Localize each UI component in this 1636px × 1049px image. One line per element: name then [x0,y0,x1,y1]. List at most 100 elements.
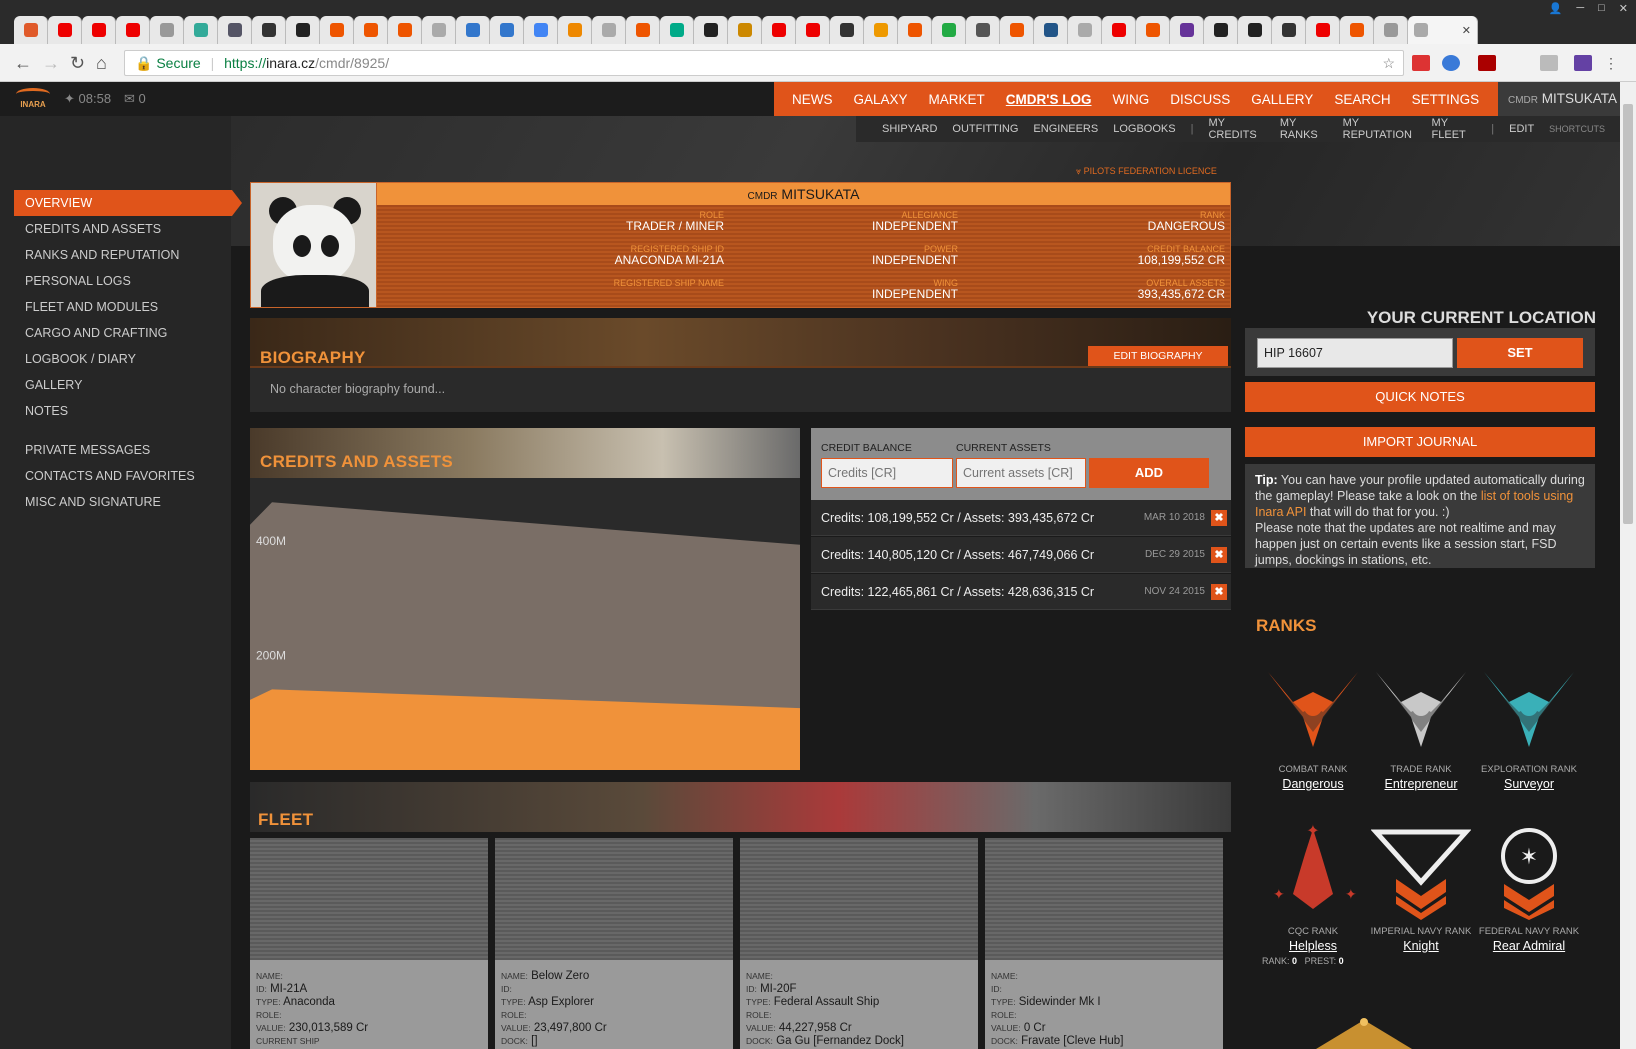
browser-tab[interactable] [524,16,558,44]
browser-tab[interactable] [1034,16,1068,44]
nav-market[interactable]: MARKET [929,92,985,107]
credits-input[interactable] [821,458,953,488]
rank-imperial-navy[interactable]: IMPERIAL NAVY RANK Knight [1366,824,1476,953]
browser-tab[interactable] [388,16,422,44]
twitch-icon[interactable] [1574,55,1592,71]
browser-tab[interactable] [592,16,626,44]
browser-tab[interactable] [320,16,354,44]
browser-tab[interactable] [694,16,728,44]
sidebar-item-gallery[interactable]: GALLERY [14,372,232,398]
browser-tab[interactable] [1102,16,1136,44]
browser-tab[interactable] [150,16,184,44]
browser-tab[interactable] [286,16,320,44]
browser-tab[interactable] [1306,16,1340,44]
cmdr-menu[interactable]: CMDR MITSUKATA [1498,82,1620,116]
browser-tab[interactable] [796,16,830,44]
sidebar-item-logbook-diary[interactable]: LOGBOOK / DIARY [14,346,232,372]
back-icon[interactable]: ← [14,53,32,74]
profile-icon[interactable]: 👤 [1549,2,1563,15]
url-input[interactable]: 🔒 Secure | https://inara.cz/cmdr/8925/ ☆ [124,50,1404,76]
close-tab-icon[interactable]: ✕ [1462,24,1471,37]
set-location-button[interactable]: SET [1457,338,1583,368]
browser-tab[interactable] [14,16,48,44]
browser-tab[interactable] [422,16,456,44]
forward-icon[interactable]: → [42,53,60,74]
edit-biography-button[interactable]: EDIT BIOGRAPHY [1088,346,1228,366]
browser-tab[interactable] [82,16,116,44]
browser-tab[interactable] [490,16,524,44]
browser-tab[interactable] [830,16,864,44]
nav-galaxy[interactable]: GALAXY [854,92,908,107]
browser-tab[interactable] [1204,16,1238,44]
minimize-icon[interactable]: ─ [1576,2,1584,15]
sidebar-item-cargo-and-crafting[interactable]: CARGO AND CRAFTING [14,320,232,346]
rank-value[interactable]: Surveyor [1474,777,1584,791]
rank-exploration[interactable]: EXPLORATION RANK Surveyor [1474,662,1584,791]
browser-tab[interactable] [932,16,966,44]
bookmark-star-icon[interactable]: ☆ [1382,51,1395,75]
reload-icon[interactable]: ↻ [70,53,85,74]
rank-combat[interactable]: COMBAT RANK Dangerous [1258,662,1368,791]
rank-value[interactable]: Rear Admiral [1474,939,1584,953]
assets-input[interactable] [956,458,1086,488]
nav-discuss[interactable]: DISCUSS [1170,92,1230,107]
subnav-my-credits[interactable]: MY CREDITS [1208,117,1264,141]
ship-card[interactable]: NAME: ID: MI-21A TYPE: Anaconda ROLE: VALU… [250,838,488,1049]
subnav-logbooks[interactable]: LOGBOOKS [1113,123,1175,135]
maximize-icon[interactable]: □ [1598,2,1605,15]
sidebar-item-personal-logs[interactable]: PERSONAL LOGS [14,268,232,294]
browser-tab[interactable] [218,16,252,44]
nav-cmdr-s-log[interactable]: CMDR'S LOG [1006,92,1092,107]
rank-cqc[interactable]: ✦ ✦ ✦ CQC RANK Helpless [1258,824,1368,953]
location-input[interactable]: HIP 16607 [1257,338,1453,368]
browser-tab[interactable] [1340,16,1374,44]
ship-card[interactable]: NAME: Below Zero ID: TYPE: Asp Explorer RO… [495,838,733,1049]
subnav-edit[interactable]: EDIT [1509,123,1534,135]
browser-tab[interactable] [354,16,388,44]
subnav-outfitting[interactable]: OUTFITTING [952,123,1018,135]
extension-icon-2[interactable] [1442,55,1460,71]
delete-entry-icon[interactable]: ✖ [1211,510,1227,526]
delete-entry-icon[interactable]: ✖ [1211,547,1227,563]
browser-tab[interactable] [116,16,150,44]
nav-search[interactable]: SEARCH [1334,92,1390,107]
sidebar-item-fleet-and-modules[interactable]: FLEET AND MODULES [14,294,232,320]
rank-trade[interactable]: TRADE RANK Entrepreneur [1366,662,1476,791]
add-credits-button[interactable]: ADD [1089,458,1209,488]
browser-tab[interactable] [1170,16,1204,44]
rank-value[interactable]: Knight [1366,939,1476,953]
browser-tab[interactable] [762,16,796,44]
delete-entry-icon[interactable]: ✖ [1211,584,1227,600]
rank-value[interactable]: Dangerous [1258,777,1368,791]
subnav-my-ranks[interactable]: MY RANKS [1280,117,1328,141]
browser-tab[interactable] [252,16,286,44]
browser-tab[interactable] [728,16,762,44]
message-counter[interactable]: ✉ 0 [124,91,146,107]
ublock-icon[interactable] [1478,55,1496,71]
browser-tab[interactable] [558,16,592,44]
extension-icon-1[interactable] [1412,55,1430,71]
sidebar-item-private-messages[interactable]: PRIVATE MESSAGES [14,437,232,463]
sidebar-item-notes[interactable]: NOTES [14,398,232,424]
browser-tab[interactable] [1136,16,1170,44]
sidebar-item-credits-and-assets[interactable]: CREDITS AND ASSETS [14,216,232,242]
browser-tab-active[interactable]: ✕ [1408,16,1478,44]
ship-card[interactable]: NAME: ID: TYPE: Sidewinder Mk I ROLE: VAL… [985,838,1223,1049]
browser-tab[interactable] [864,16,898,44]
browser-tab[interactable] [48,16,82,44]
rank-federal-navy[interactable]: ✶ FEDERAL NAVY RANK Rear Admiral [1474,824,1584,953]
rank-value[interactable]: Entrepreneur [1366,777,1476,791]
nav-settings[interactable]: SETTINGS [1412,92,1480,107]
nav-news[interactable]: NEWS [792,92,833,107]
nav-gallery[interactable]: GALLERY [1251,92,1313,107]
browser-tab[interactable] [1238,16,1272,44]
menu-icon[interactable]: ⋮ [1604,55,1618,72]
subnav-shipyard[interactable]: SHIPYARD [882,123,937,135]
inara-logo[interactable]: INARA [16,88,50,110]
sidebar-item-overview[interactable]: OVERVIEW [14,190,242,216]
scrollbar-thumb[interactable] [1623,104,1633,524]
browser-tab[interactable] [1068,16,1102,44]
sidebar-item-misc-and-signature[interactable]: MISC AND SIGNATURE [14,489,232,515]
browser-tab[interactable] [966,16,1000,44]
page-scrollbar[interactable] [1620,82,1636,1049]
